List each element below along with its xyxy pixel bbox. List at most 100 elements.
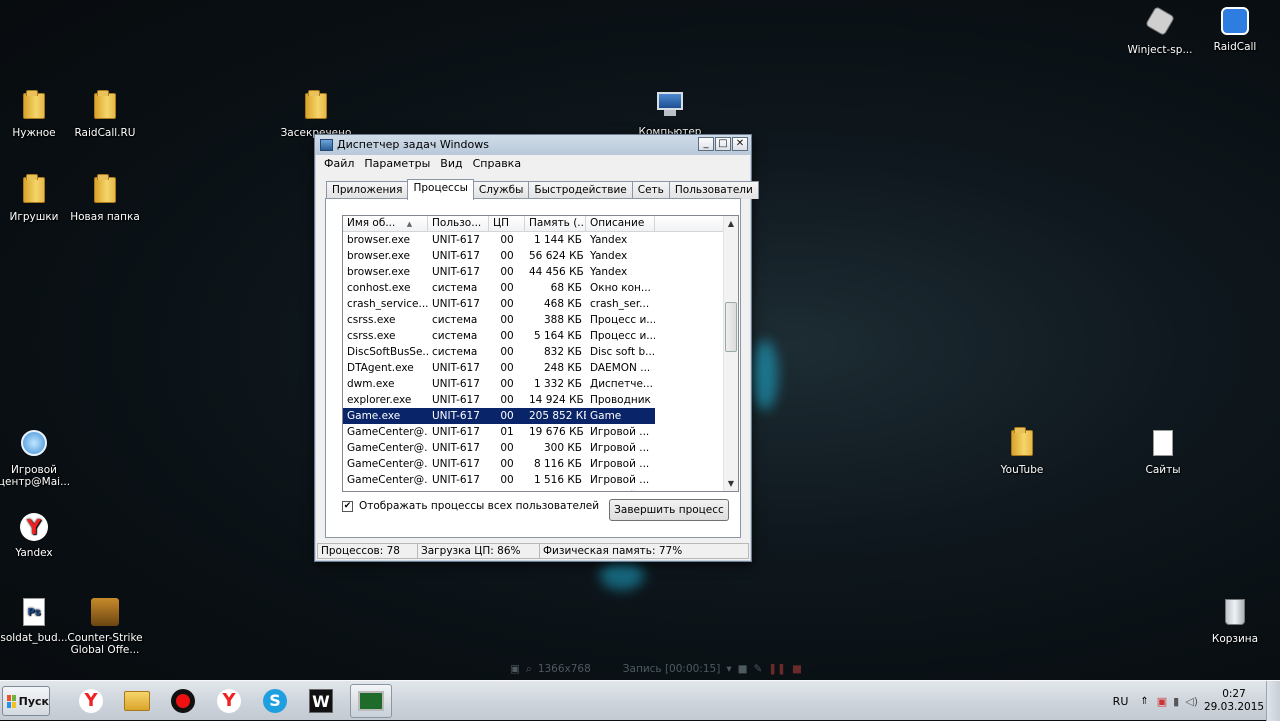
desktop-icon[interactable]: Корзина bbox=[1195, 596, 1275, 645]
desktop-icon[interactable]: Компьютер bbox=[630, 90, 710, 138]
process-row[interactable]: browser.exe UNIT-617 00 44 456 КБ Yandex bbox=[343, 264, 723, 280]
process-row[interactable]: conhost.exe система 00 68 КБ Окно кон... bbox=[343, 280, 723, 296]
process-user-cell: система bbox=[432, 330, 478, 342]
yandex-browser-icon: Y bbox=[79, 689, 103, 713]
process-row[interactable]: GameCenter@... UNIT-617 00 1 516 КБ Игровой … bbox=[343, 472, 723, 488]
taskbar-skype-button[interactable]: S bbox=[254, 684, 296, 718]
recorder-window-icon[interactable]: ▣ bbox=[510, 663, 520, 675]
process-row[interactable]: dwm.exe UNIT-617 00 1 332 КБ Диспетче... bbox=[343, 376, 723, 392]
taskbar-file-explorer-button[interactable] bbox=[116, 684, 158, 718]
photoshop-icon: Ps bbox=[18, 598, 50, 630]
tab-processes[interactable]: Процессы bbox=[407, 179, 474, 200]
desktop-icon[interactable]: Игрушки bbox=[0, 174, 74, 223]
desktop-icon[interactable]: Ps soldat_bud... bbox=[0, 596, 74, 644]
tab-services[interactable]: Службы bbox=[472, 181, 530, 199]
process-name-cell: DTAgent.exe bbox=[347, 362, 414, 374]
system-tray: RU ⇑ ▣ ▮ ◁) 0:27 29.03.2015 bbox=[1113, 681, 1280, 721]
taskbar-winject-button[interactable]: W bbox=[300, 684, 342, 718]
window-title: Диспетчер задач Windows bbox=[337, 138, 489, 151]
process-mem-cell: 14 924 КБ bbox=[529, 394, 584, 406]
tab-applications[interactable]: Приложения bbox=[326, 181, 409, 199]
desktop-icon[interactable]: RaidCall.RU bbox=[65, 90, 145, 139]
scroll-up-icon[interactable]: ▲ bbox=[724, 216, 738, 231]
recorder-pencil-icon[interactable]: ✎ bbox=[754, 663, 763, 675]
document-icon bbox=[1147, 430, 1179, 462]
vertical-scrollbar[interactable]: ▲ ▼ bbox=[723, 216, 738, 491]
process-desc-cell: Диспетче... bbox=[590, 378, 653, 390]
recycle-bin-icon bbox=[1219, 599, 1251, 631]
process-row[interactable]: csrss.exe система 00 388 КБ Процесс и... bbox=[343, 312, 723, 328]
desktop-icon-label: RaidCall.RU bbox=[74, 127, 136, 139]
taskbar-yandex-browser-2-button[interactable]: Y bbox=[208, 684, 250, 718]
process-row[interactable]: csrss.exe система 00 5 164 КБ Процесс и... bbox=[343, 328, 723, 344]
desktop-icon[interactable]: Winject-sp... bbox=[1120, 5, 1200, 56]
recorder-camera-icon[interactable]: ■ bbox=[738, 663, 748, 675]
column-memory[interactable]: Память (... bbox=[525, 216, 586, 231]
desktop-icon[interactable]: RaidCall bbox=[1195, 5, 1275, 53]
tray-app-icon[interactable]: ▣ bbox=[1157, 695, 1167, 708]
show-desktop-button[interactable] bbox=[1266, 681, 1280, 721]
menu-file[interactable]: Файл bbox=[319, 155, 359, 173]
recorder-stop-icon[interactable]: ■ bbox=[792, 663, 802, 675]
tab-performance[interactable]: Быстродействие bbox=[528, 181, 633, 199]
process-row[interactable]: GameCenter@... UNIT-617 00 8 116 КБ Игровой … bbox=[343, 456, 723, 472]
close-button[interactable]: ✕ bbox=[732, 137, 748, 151]
end-process-button[interactable]: Завершить процесс bbox=[609, 499, 729, 521]
scroll-thumb[interactable] bbox=[725, 302, 737, 352]
column-user[interactable]: Пользо... bbox=[428, 216, 489, 231]
process-row[interactable]: Game.exe UNIT-617 00 205 852 КБ Game bbox=[343, 408, 655, 424]
process-row[interactable]: GameCenter@... UNIT-617 01 19 676 КБ Игровой… bbox=[343, 424, 723, 440]
start-button[interactable]: Пуск bbox=[2, 686, 50, 716]
process-row[interactable]: GameCenter@...UNIT-61700404 КБИгровой ..… bbox=[343, 488, 723, 491]
taskbar-record-app-button[interactable] bbox=[162, 684, 204, 718]
process-list[interactable]: Имя об... ▲ Пользо... ЦП Память (... Опи… bbox=[342, 215, 739, 492]
taskbar-yandex-browser-button[interactable]: Y bbox=[70, 684, 112, 718]
status-memory-usage: Физическая память: 77% bbox=[539, 543, 749, 559]
column-description[interactable]: Описание bbox=[586, 216, 655, 231]
volume-icon[interactable]: ◁) bbox=[1185, 695, 1198, 708]
column-cpu[interactable]: ЦП bbox=[489, 216, 525, 231]
process-row[interactable]: GameCenter@... UNIT-617 00 300 КБ Игровой ..… bbox=[343, 440, 723, 456]
process-row[interactable]: browser.exe UNIT-617 00 1 144 КБ Yandex bbox=[343, 232, 723, 248]
language-indicator[interactable]: RU bbox=[1113, 695, 1129, 708]
desktop-icon[interactable]: Нужное bbox=[0, 90, 74, 139]
minimize-button[interactable]: _ bbox=[698, 137, 714, 151]
desktop-icon[interactable]: Игровой центр@Mai... bbox=[0, 427, 74, 488]
show-all-users-checkbox[interactable]: ✔ bbox=[342, 500, 353, 512]
menu-view[interactable]: Вид bbox=[435, 155, 467, 173]
raidcall-icon bbox=[1219, 7, 1251, 39]
desktop-icon[interactable]: Сайты bbox=[1123, 427, 1203, 476]
tab-network[interactable]: Сеть bbox=[631, 181, 670, 199]
taskbar-task-manager-button[interactable] bbox=[350, 684, 392, 718]
process-row[interactable]: browser.exe UNIT-617 00 56 624 КБ Yandex bbox=[343, 248, 723, 264]
task-manager-window[interactable]: Диспетчер задач Windows _ □ ✕ Файл Парам… bbox=[314, 134, 759, 562]
show-all-users-row[interactable]: ✔ Отображать процессы всех пользователей bbox=[342, 500, 599, 512]
desktop-icon[interactable]: Новая папка bbox=[65, 174, 145, 223]
recorder-dropdown-icon[interactable]: ▾ bbox=[726, 663, 731, 675]
desktop-icon[interactable]: YouTube bbox=[982, 427, 1062, 476]
column-image-name[interactable]: Имя об... ▲ bbox=[343, 216, 428, 231]
desktop-icon[interactable]: Y Yandex bbox=[0, 511, 74, 559]
menu-options[interactable]: Параметры bbox=[359, 155, 435, 173]
desktop-icon[interactable]: Засекречено bbox=[276, 90, 356, 139]
desktop-icon[interactable]: Counter-Strike Global Offe... bbox=[65, 596, 145, 656]
scroll-down-icon[interactable]: ▼ bbox=[724, 476, 738, 491]
tray-expand-icon[interactable]: ⇑ bbox=[1140, 696, 1148, 707]
process-row[interactable]: explorer.exe UNIT-617 00 14 924 КБ Проводник bbox=[343, 392, 723, 408]
yandex-icon: Y bbox=[18, 513, 50, 545]
process-row[interactable]: DTAgent.exe UNIT-617 00 248 КБ DAEMON ... bbox=[343, 360, 723, 376]
recorder-zoom-icon[interactable]: ⌕ bbox=[526, 663, 532, 676]
title-bar[interactable]: Диспетчер задач Windows _ □ ✕ bbox=[315, 135, 751, 155]
recorder-pause-icon[interactable]: ❚❚ bbox=[768, 663, 786, 675]
network-icon[interactable]: ▮ bbox=[1173, 695, 1179, 708]
process-row[interactable]: crash_service... UNIT-617 00 468 КБ crash_se… bbox=[343, 296, 723, 312]
tab-users[interactable]: Пользователи bbox=[668, 181, 759, 199]
process-row[interactable]: DiscSoftBusSe... система 00 832 КБ Disc soft… bbox=[343, 344, 723, 360]
process-name-cell: csrss.exe bbox=[347, 330, 396, 342]
menu-help[interactable]: Справка bbox=[468, 155, 526, 173]
clock[interactable]: 0:27 29.03.2015 bbox=[1202, 688, 1266, 714]
desktop-icon-label: soldat_bud... bbox=[0, 632, 68, 644]
wallpaper-glow-right bbox=[752, 340, 778, 410]
maximize-button[interactable]: □ bbox=[715, 137, 731, 151]
process-desc-cell: Yandex bbox=[590, 250, 628, 262]
